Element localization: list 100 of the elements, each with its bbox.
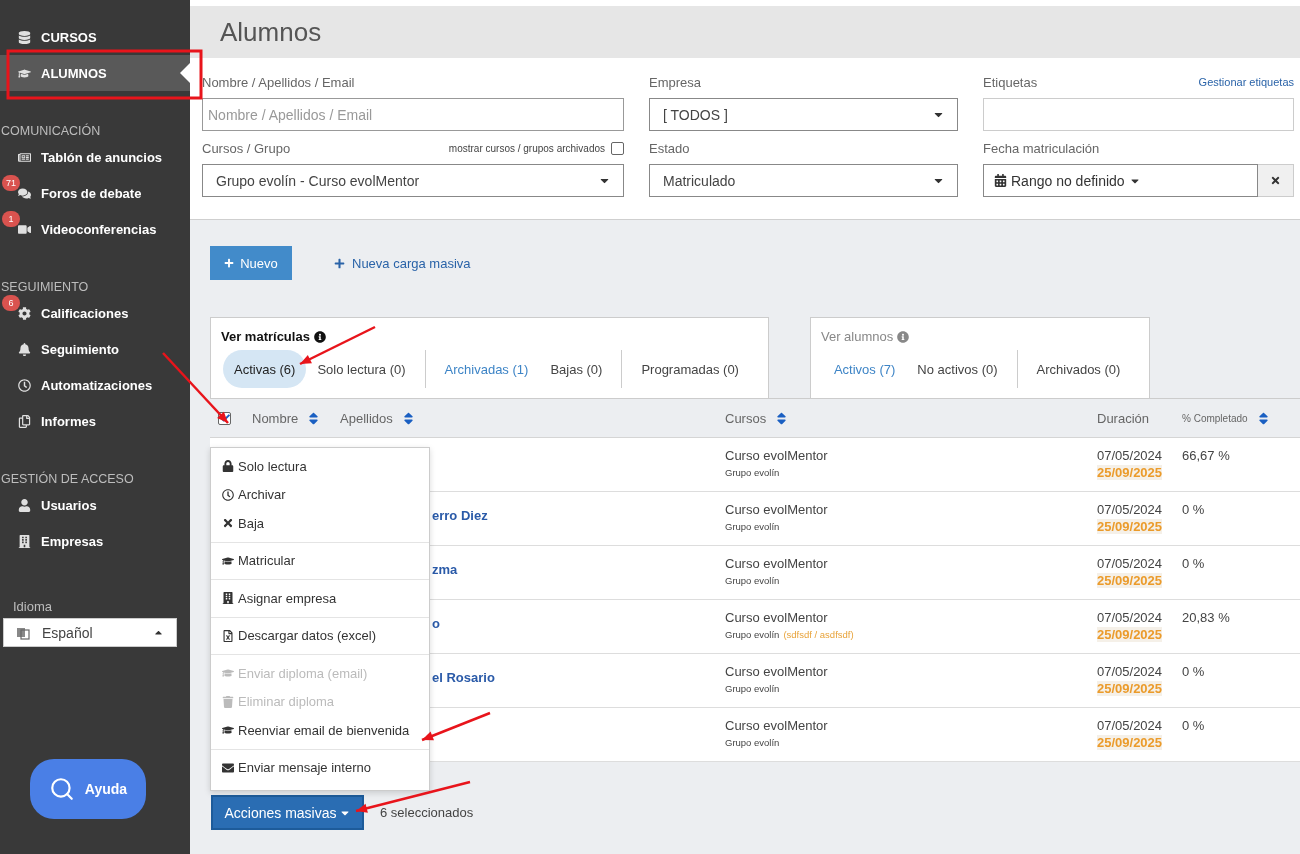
sidebar-item[interactable]: Automatizaciones — [0, 367, 190, 403]
sidebar-item[interactable]: 6 Calificaciones — [0, 295, 190, 331]
menu-item[interactable]: Reenviar email de bienvenida — [211, 716, 429, 745]
envelope-icon — [222, 761, 234, 774]
sidebar-item[interactable]: ALUMNOS — [0, 55, 190, 91]
close-icon — [1270, 175, 1281, 186]
column-header: Cursos — [725, 410, 767, 426]
completion-cell-text: 0 % — [1182, 718, 1206, 733]
section-title: COMUNICACIÓN — [0, 123, 102, 139]
filter-tab[interactable]: Archivados (0) — [1025, 350, 1132, 388]
bulk-upload-link[interactable]: Nueva carga masiva — [334, 255, 471, 271]
copy-icon — [17, 414, 31, 428]
end-date: 25/09/2025 — [1097, 573, 1163, 588]
annotation-arrow — [421, 711, 491, 742]
start-date: 07/05/2024 — [1097, 502, 1164, 517]
group-name: Grupo evolín — [725, 737, 780, 748]
card-title: Ver alumnos — [820, 329, 1140, 344]
menu-item[interactable]: Archivar — [211, 480, 429, 509]
plus-icon — [334, 257, 345, 269]
student-name-link[interactable]: el Rosario — [432, 670, 495, 685]
start-date: 07/05/2024 — [1097, 664, 1164, 679]
completion-cell-text: 0 % — [1182, 664, 1206, 679]
group-name: Grupo evolín — [725, 683, 780, 694]
group-name: Grupo evolín — [725, 629, 780, 640]
manage-tags-link[interactable]: Gestionar etiquetas — [1198, 76, 1294, 88]
menu-item[interactable]: Baja — [211, 509, 429, 538]
start-date: 07/05/2024 — [1097, 448, 1164, 463]
help-button[interactable]: Ayuda — [30, 759, 146, 819]
sidebar-item[interactable]: Informes — [0, 403, 190, 439]
filter-tab[interactable]: No activos (0) — [906, 350, 1009, 388]
video-camera-icon — [17, 222, 31, 236]
menu-item[interactable]: Descargar datos (excel) — [211, 621, 429, 650]
tags-field[interactable] — [983, 98, 1294, 131]
search-field[interactable]: Nombre / Apellidos / Email — [202, 98, 624, 131]
sidebar-item[interactable]: CURSOS — [0, 19, 190, 55]
select-field[interactable]: Grupo evolín - Curso evolMentor — [202, 164, 624, 197]
menu-item[interactable]: Matricular — [211, 546, 429, 575]
completion-cell-text: 66,67 % — [1182, 448, 1231, 463]
student-name-link[interactable]: o — [432, 616, 440, 631]
field-label: Empresa — [649, 74, 702, 90]
database-icon — [17, 30, 31, 44]
graduation-cap-icon — [222, 724, 234, 737]
filter-tab[interactable]: Archivadas (1) — [433, 350, 540, 388]
count-badge: 71 — [2, 175, 20, 191]
end-date: 25/09/2025 — [1097, 735, 1163, 750]
date-range-field[interactable]: Rango no definido — [983, 164, 1258, 197]
language-icon — [16, 625, 30, 640]
bell-icon — [17, 342, 31, 356]
gear-icon — [17, 306, 31, 320]
count-badge: 1 — [2, 211, 20, 227]
group-name: Grupo evolín — [725, 521, 780, 532]
annotation-arrow — [162, 352, 229, 424]
sidebar-item[interactable]: Usuarios — [0, 487, 190, 523]
course-name: Curso evolMentor — [725, 448, 829, 463]
sidebar-item[interactable]: Tablón de anuncios — [0, 139, 190, 175]
column-header: % Completado — [1182, 412, 1248, 424]
filter-tab[interactable]: Programadas (0) — [630, 350, 750, 388]
sidebar-item[interactable]: 1 Videoconferencias — [0, 211, 190, 247]
trash-icon — [222, 695, 234, 708]
new-button[interactable]: Nuevo — [210, 246, 292, 280]
student-name-link[interactable]: erro Diez — [432, 508, 488, 523]
select-field[interactable]: Matriculado — [649, 164, 958, 197]
language-label: Idioma — [13, 599, 54, 614]
start-date: 07/05/2024 — [1097, 556, 1164, 571]
course-name: Curso evolMentor — [725, 610, 829, 625]
sidebar-item[interactable]: Empresas — [0, 523, 190, 559]
column-header: Duración — [1097, 410, 1150, 426]
group-name: Grupo evolín — [725, 575, 780, 586]
filter-tab[interactable]: Solo lectura (0) — [306, 350, 417, 388]
course-name: Curso evolMentor — [725, 502, 829, 517]
spreadsheet-file-icon — [222, 629, 234, 642]
calendar-icon — [994, 174, 1007, 187]
completion-cell-text: 0 % — [1182, 502, 1206, 517]
menu-item[interactable]: Solo lectura — [211, 452, 429, 481]
checkbox[interactable] — [611, 141, 624, 155]
section-title: SEGUIMIENTO — [0, 279, 90, 295]
column-header: Nombre — [252, 410, 299, 426]
field-label: Etiquetas — [983, 74, 1038, 90]
bulk-actions-button[interactable]: Acciones masivas — [211, 795, 364, 830]
newspaper-icon — [17, 150, 31, 164]
close-icon — [222, 517, 234, 530]
graduation-cap-icon — [222, 554, 234, 567]
language-select[interactable]: Español — [3, 618, 177, 647]
menu-item[interactable]: Enviar mensaje interno — [211, 753, 429, 782]
filter-tab[interactable]: Bajas (0) — [539, 350, 614, 388]
sidebar-item[interactable]: Seguimiento — [0, 331, 190, 367]
student-name-link[interactable]: zma — [432, 562, 458, 577]
field-label: Estado — [649, 140, 690, 156]
page-title: Alumnos — [220, 16, 322, 48]
filter-tab[interactable]: Activas (6) — [223, 350, 307, 388]
select-field[interactable]: [ TODOS ] — [649, 98, 958, 131]
clear-button[interactable] — [1258, 164, 1294, 197]
group-tags: (sdfsdf / asdfsdf) — [783, 629, 854, 640]
filter-tab[interactable]: Activos (7) — [822, 350, 907, 388]
menu-item[interactable]: Asignar empresa — [211, 584, 429, 613]
card-title: Ver matrículas — [221, 329, 758, 344]
clock-icon — [222, 488, 234, 501]
end-date: 25/09/2025 — [1097, 465, 1163, 480]
selection-count: 6 seleccionados — [380, 805, 474, 820]
sidebar-item[interactable]: 71 Foros de debate — [0, 175, 190, 211]
